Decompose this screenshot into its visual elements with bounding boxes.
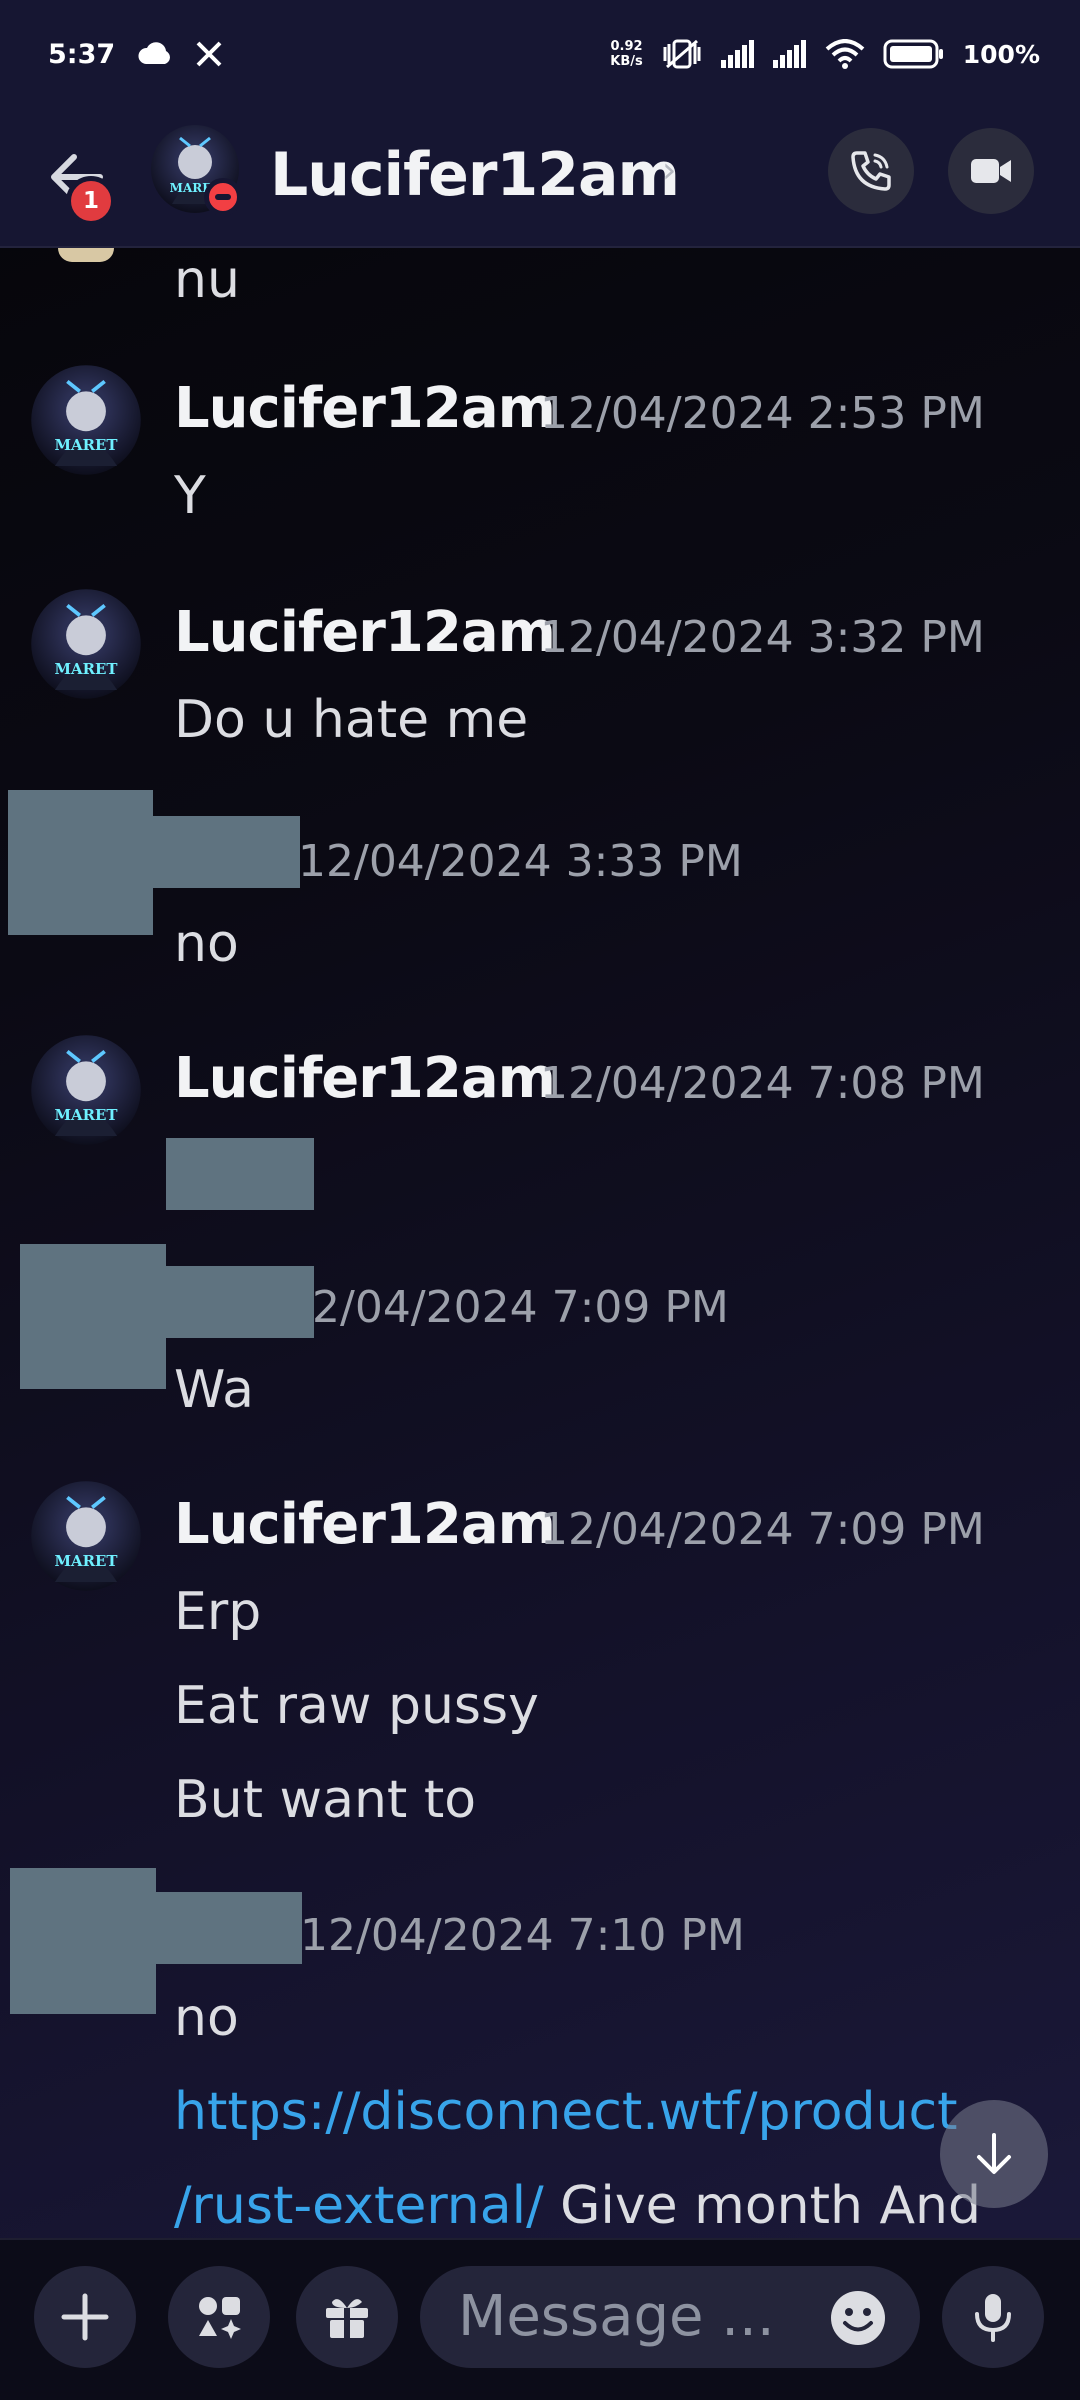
message-timestamp: 12/04/2024 7:09 PM [540, 1504, 985, 1555]
avatar[interactable]: MARET [30, 1034, 142, 1146]
message-text: nu [174, 250, 240, 310]
message-timestamp: 12/04/2024 2:53 PM [540, 388, 985, 439]
message-input-bar: Message ... [0, 2238, 1080, 2400]
dnd-status-icon [204, 178, 242, 216]
redacted-author [152, 1892, 302, 1964]
message-text: Eat raw pussy [174, 1676, 539, 1736]
status-bar: 5:37 0.92 KB/s 100% [0, 0, 1080, 108]
attach-button[interactable] [34, 2266, 136, 2368]
phone-call-icon [851, 151, 891, 191]
video-camera-icon [971, 159, 1011, 183]
arrow-down-icon [977, 2133, 1011, 2174]
message-timestamp: 12/04/2024 3:32 PM [540, 612, 985, 663]
redacted-avatar [10, 1868, 156, 2014]
message-timestamp: 12/04/2024 7:10 PM [300, 1910, 745, 1961]
message-link-continued[interactable]: /rust-external/ [174, 2176, 544, 2236]
message-text: /rust-external/ Give month And [174, 2176, 981, 2236]
x-logo-icon [196, 41, 222, 67]
message-text: no [174, 914, 239, 974]
avatar[interactable]: MARET [30, 588, 142, 700]
netspeed-unit: KB/s [610, 54, 643, 69]
message-text: Wa [174, 1360, 254, 1420]
voice-message-button[interactable] [942, 2266, 1044, 2368]
redacted-message [166, 1138, 314, 1210]
message-text: Y [174, 466, 206, 526]
redacted-avatar [20, 1244, 166, 1389]
avatar [58, 248, 114, 262]
message-text-after-link: Give month And [543, 2176, 981, 2236]
jump-to-bottom-button[interactable] [940, 2100, 1048, 2208]
avatar-logo-text: MARET [55, 660, 118, 678]
message-timestamp: 12/04/2024 3:33 PM [298, 836, 743, 887]
message-list[interactable]: nu MARET Lucifer12am 12/04/2024 2:53 PM … [0, 248, 1080, 2238]
plus-icon [61, 2293, 109, 2341]
message-text: Do u hate me [174, 690, 529, 750]
message-author[interactable]: Lucifer12am [174, 1046, 556, 1111]
notification-badge: 1 [66, 176, 116, 226]
netspeed-value: 0.92 [610, 39, 643, 54]
message-timestamp: 12/04/2024 7:08 PM [540, 1058, 985, 1109]
gift-button[interactable] [296, 2266, 398, 2368]
voice-call-button[interactable] [828, 128, 914, 214]
message-author[interactable]: Lucifer12am [174, 376, 556, 441]
avatar-logo-text: MARET [55, 1106, 118, 1124]
avatar[interactable]: MARET [30, 364, 142, 476]
message-text: But want to [174, 1770, 477, 1830]
apps-button[interactable] [168, 2266, 270, 2368]
chevron-right-icon[interactable]: › [662, 150, 676, 191]
network-speed: 0.92 KB/s [610, 39, 642, 69]
wifi-icon [825, 39, 865, 69]
message-text: no [174, 1988, 239, 2048]
apps-icon [199, 2297, 241, 2339]
message-link[interactable]: https://disconnect.wtf/product [174, 2082, 958, 2142]
message-input-placeholder: Message ... [458, 2284, 775, 2349]
emoji-icon[interactable] [830, 2290, 886, 2346]
microphone-icon [975, 2294, 1011, 2342]
status-right: 0.92 KB/s 100% [610, 37, 1040, 71]
signal-icon-2 [772, 40, 806, 68]
message-timestamp: 2/04/2024 7:09 PM [312, 1282, 729, 1333]
signal-icon-1 [720, 40, 754, 68]
message-text: Erp [174, 1582, 262, 1642]
chat-header: 1 MARET Lucifer12am › [0, 108, 1080, 248]
avatar-logo-text: MARET [55, 436, 118, 454]
battery-percent: 100% [962, 39, 1040, 69]
message-author[interactable]: Lucifer12am [174, 600, 556, 665]
redacted-author [160, 1266, 314, 1338]
contact-name[interactable]: Lucifer12am [270, 140, 680, 210]
gift-icon [326, 2299, 368, 2338]
cloud-icon [138, 42, 171, 64]
clock: 5:37 [48, 38, 116, 70]
redacted-avatar [8, 790, 153, 935]
avatar[interactable]: MARET [30, 1480, 142, 1592]
battery-icon [883, 39, 943, 69]
status-left: 5:37 [48, 39, 223, 70]
avatar-logo-text: MARET [55, 1552, 118, 1570]
video-call-button[interactable] [948, 128, 1034, 214]
vibrate-muted-icon [663, 39, 701, 69]
message-input[interactable]: Message ... [420, 2266, 920, 2368]
redacted-author [150, 816, 300, 888]
message-author[interactable]: Lucifer12am [174, 1492, 556, 1557]
